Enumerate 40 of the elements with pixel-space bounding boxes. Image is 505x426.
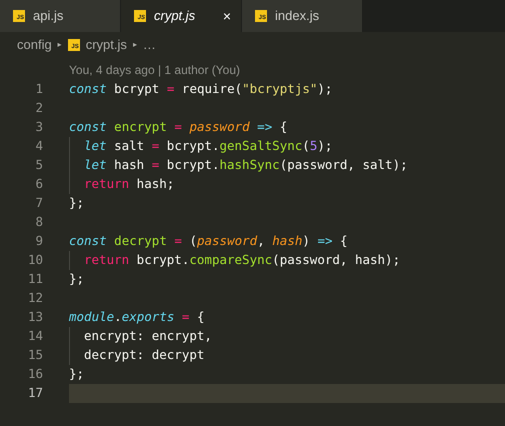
code-line: }; (69, 194, 84, 212)
close-button[interactable]: × (222, 6, 231, 26)
line-number: 7 (34, 194, 43, 212)
line-number: 9 (34, 232, 43, 250)
code-line: }; (69, 365, 84, 384)
line-number: 5 (34, 156, 43, 174)
code-line: let salt = bcrypt.genSaltSync(5); (84, 137, 332, 156)
line-number: 12 (26, 289, 43, 308)
line-number: 3 (34, 118, 43, 136)
breadcrumb-separator: ▸ (58, 39, 62, 51)
code-line: return hash; (84, 175, 174, 194)
code-line: const decrypt = (password, hash) => { (69, 232, 348, 250)
code-line: const encrypt = password => { (69, 118, 288, 136)
breadcrumb-item[interactable]: crypt.js (86, 35, 127, 55)
code-line: decrypt: decrypt (84, 346, 204, 364)
code-line: }; (69, 270, 84, 288)
line-number: 11 (26, 270, 43, 288)
line-number: 16 (26, 365, 43, 384)
tab-label: index.js (275, 7, 320, 26)
line-number: 17 (26, 384, 43, 402)
line-number: 14 (26, 327, 43, 346)
line-number: 8 (34, 213, 43, 232)
codelens-text[interactable]: You, 4 days ago | 1 author (You) (69, 61, 240, 79)
line-number: 10 (26, 251, 43, 270)
breadcrumb-item[interactable]: … (142, 35, 156, 55)
tab-label: api.js (33, 7, 64, 26)
code-line: module.exports = { (69, 308, 204, 326)
line-number: 4 (34, 137, 43, 156)
line-number: 13 (26, 308, 43, 326)
breadcrumb-item[interactable]: config (17, 35, 52, 55)
breadcrumb-separator: ▸ (132, 39, 137, 51)
code-line: const bcrypt = require("bcryptjs"); (69, 80, 332, 98)
tab-label: crypt.js (154, 7, 196, 26)
line-number: 6 (34, 175, 43, 194)
line-number: 1 (34, 80, 43, 98)
line-number: 15 (26, 346, 43, 364)
code-line: encrypt: encrypt, (84, 327, 212, 346)
code-line: let hash = bcrypt.hashSync(password, salt); (84, 156, 408, 174)
code-line: return bcrypt.compareSync(password, hash); (84, 251, 400, 270)
line-number: 2 (34, 99, 43, 118)
